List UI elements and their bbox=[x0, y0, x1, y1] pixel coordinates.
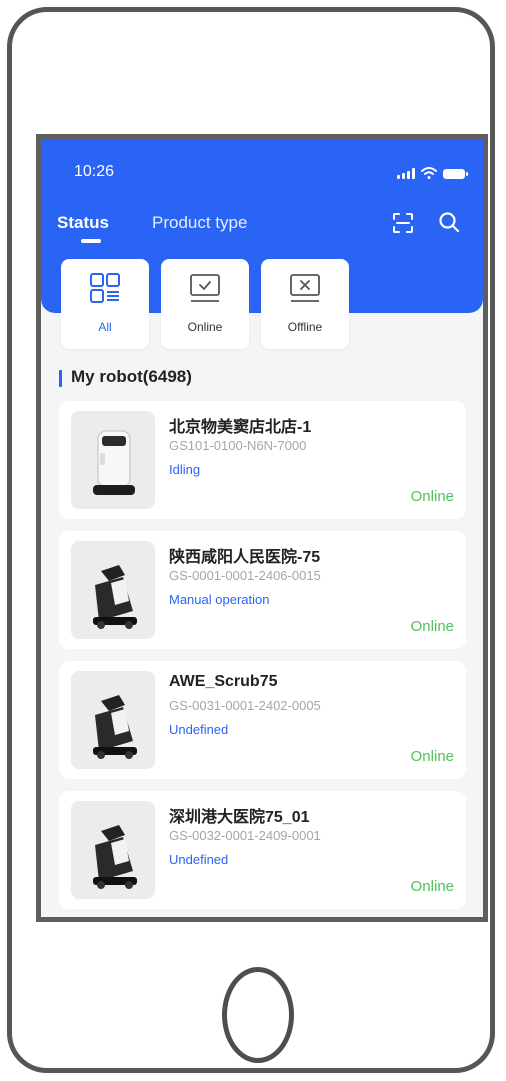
robot-serial: GS-0032-0001-2409-0001 bbox=[169, 828, 321, 843]
tab-status[interactable]: Status bbox=[57, 213, 109, 233]
app-screen: 10:26 Status Product type All Online Off… bbox=[36, 134, 488, 922]
robot-state: Idling bbox=[169, 462, 201, 477]
status-bar-icons bbox=[397, 167, 468, 179]
wifi-icon bbox=[421, 167, 437, 179]
robot-card[interactable]: 深圳港大医院75_01 GS-0032-0001-2409-0001 Undef… bbox=[59, 791, 466, 909]
robot-thumbnail bbox=[71, 411, 155, 509]
tab-product-type[interactable]: Product type bbox=[152, 213, 247, 233]
robot-status-badge: Online bbox=[410, 488, 454, 505]
robot-state: Undefined bbox=[169, 852, 229, 867]
scrubber-robot-image bbox=[93, 695, 137, 759]
section-accent-bar bbox=[59, 370, 62, 387]
robot-status-badge: Online bbox=[410, 618, 454, 635]
delivery-robot-image bbox=[93, 430, 135, 495]
robot-thumbnail bbox=[71, 671, 155, 769]
home-button[interactable] bbox=[222, 967, 294, 1063]
battery-icon bbox=[443, 169, 468, 179]
robot-name: 北京物美窦店北店-1 bbox=[169, 419, 312, 436]
robot-card[interactable]: 北京物美窦店北店-1 GS101-0100-N6N-7000 Idling On… bbox=[59, 401, 466, 519]
robot-state: Undefined bbox=[169, 722, 229, 737]
robot-thumbnail bbox=[71, 541, 155, 639]
robot-card[interactable]: AWE_Scrub75 GS-0031-0001-2402-0005 Undef… bbox=[59, 661, 466, 779]
filter-all[interactable]: All bbox=[61, 259, 149, 349]
robot-name: 陕西咸阳人民医院-75 bbox=[169, 549, 321, 566]
robot-card[interactable]: 陕西咸阳人民医院-75 GS-0001-0001-2406-0015 Manua… bbox=[59, 531, 466, 649]
status-bar-time: 10:26 bbox=[74, 163, 115, 180]
robot-serial: GS-0001-0001-2406-0015 bbox=[169, 568, 321, 583]
robot-name: AWE_Scrub75 bbox=[169, 673, 278, 690]
filter-all-label: All bbox=[98, 320, 112, 334]
monitor-check-icon bbox=[190, 274, 220, 302]
search-icon[interactable] bbox=[438, 211, 460, 233]
scrubber-robot-image bbox=[93, 825, 137, 889]
filter-offline[interactable]: Offline bbox=[261, 259, 349, 349]
robot-status-badge: Online bbox=[410, 878, 454, 895]
monitor-x-icon bbox=[290, 274, 320, 302]
robot-serial: GS-0031-0001-2402-0005 bbox=[169, 698, 321, 713]
robot-name: 深圳港大医院75_01 bbox=[169, 809, 310, 826]
robot-serial: GS101-0100-N6N-7000 bbox=[169, 438, 307, 453]
scrubber-robot-image bbox=[93, 565, 137, 629]
robot-status-badge: Online bbox=[410, 748, 454, 765]
filter-online[interactable]: Online bbox=[161, 259, 249, 349]
scan-icon[interactable] bbox=[392, 212, 414, 234]
active-tab-indicator bbox=[81, 239, 101, 243]
section-title: My robot(6498) bbox=[71, 367, 192, 386]
filter-online-label: Online bbox=[187, 320, 223, 334]
robot-thumbnail bbox=[71, 801, 155, 899]
filter-offline-label: Offline bbox=[287, 320, 323, 334]
grid-list-icon bbox=[90, 273, 120, 303]
robot-state: Manual operation bbox=[169, 592, 270, 607]
signal-icon bbox=[397, 168, 415, 179]
